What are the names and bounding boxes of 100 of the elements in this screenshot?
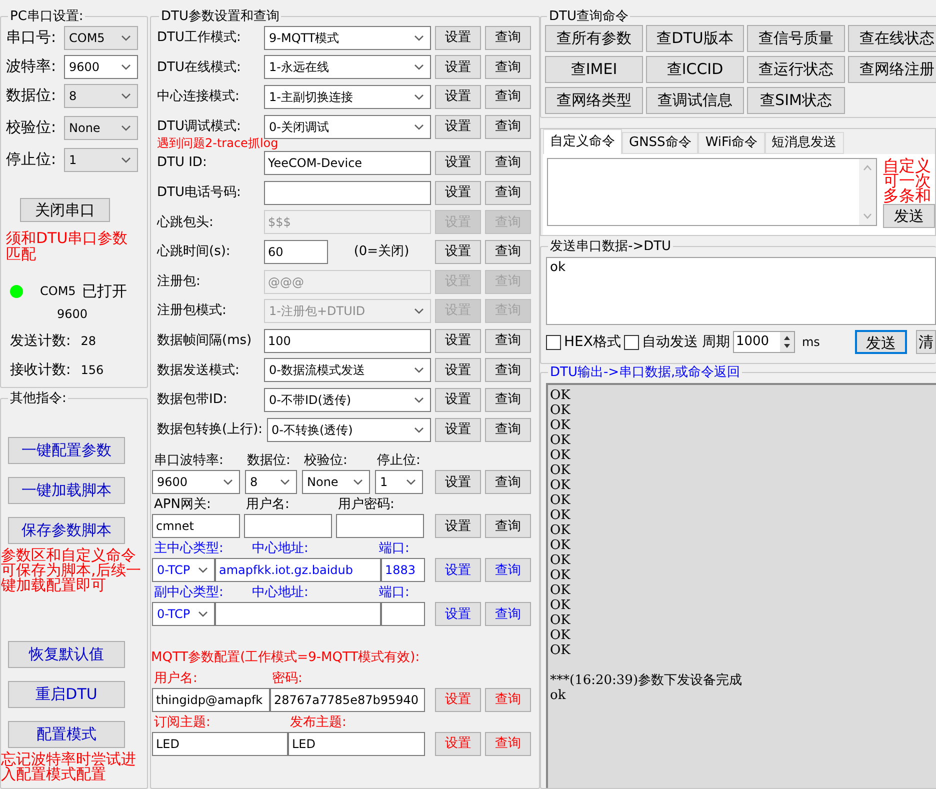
button[interactable]: 查询 — [485, 418, 531, 442]
data-text-area[interactable]: ok — [546, 257, 936, 325]
button[interactable]: 查询 — [485, 240, 531, 264]
text-field[interactable]: 1883 — [381, 558, 425, 582]
button[interactable]: 查询 — [485, 180, 531, 205]
button[interactable]: 查询 — [485, 470, 531, 494]
button[interactable]: 查询 — [485, 514, 531, 538]
tab[interactable]: 自定义命令 — [543, 129, 622, 154]
button[interactable]: 设置 — [435, 151, 481, 176]
button[interactable]: 查网络注册 — [848, 56, 936, 83]
chevron-down-icon — [353, 479, 363, 486]
button[interactable]: 清 — [916, 330, 936, 354]
button[interactable]: 设置 — [435, 358, 481, 382]
text-field[interactable] — [336, 514, 424, 538]
dropdown[interactable]: 1-永远在线 — [264, 55, 431, 80]
text-field[interactable] — [264, 180, 431, 205]
text-field[interactable] — [215, 602, 381, 626]
field-label: 密码: — [271, 670, 302, 688]
dropdown[interactable]: 9600 — [152, 470, 240, 494]
dropdown[interactable]: 9600 — [64, 54, 138, 78]
button[interactable]: 设置 — [435, 26, 481, 50]
dropdown[interactable]: 1-主副切换连接 — [264, 84, 431, 109]
button[interactable]: 查询 — [485, 388, 531, 412]
field-label: 中心地址: — [251, 584, 308, 602]
button[interactable]: 设置 — [435, 240, 481, 264]
button[interactable]: 查询 — [485, 151, 531, 176]
tab[interactable]: GNSS命令 — [622, 132, 698, 154]
spin-arrows-icon[interactable] — [780, 332, 794, 352]
button[interactable]: 查信号质量 — [747, 25, 845, 52]
button[interactable]: 重启DTU — [8, 681, 125, 708]
button[interactable]: 设置 — [435, 514, 481, 538]
command-text-area[interactable] — [547, 158, 877, 226]
button[interactable]: 查询 — [485, 558, 531, 582]
button[interactable]: 查询 — [485, 328, 531, 353]
dropdown[interactable]: 1 — [64, 148, 138, 172]
tab[interactable]: WiFi命令 — [698, 132, 765, 154]
dropdown[interactable]: 0-关闭调试 — [264, 114, 431, 139]
text-field[interactable] — [381, 602, 425, 626]
button[interactable]: 查网络类型 — [545, 87, 643, 114]
text-field[interactable]: LED — [288, 732, 425, 756]
button[interactable]: 查运行状态 — [747, 56, 845, 83]
button[interactable]: 保存参数脚本 — [8, 517, 125, 544]
button[interactable]: 关闭串口 — [20, 198, 110, 222]
dropdown[interactable]: 0-TCP — [152, 558, 215, 582]
button[interactable]: 设置 — [435, 388, 481, 412]
dropdown[interactable]: 9-MQTT模式 — [264, 26, 431, 50]
button[interactable]: 设置 — [435, 418, 481, 442]
button[interactable]: 查ICCID — [646, 56, 744, 83]
button[interactable]: 查SIM状态 — [747, 87, 845, 114]
button[interactable]: 配置模式 — [8, 721, 125, 748]
text-field[interactable]: LED — [152, 732, 288, 756]
dropdown[interactable]: 8 — [64, 84, 138, 108]
text-field[interactable]: 60 — [264, 240, 328, 264]
dropdown[interactable]: None — [64, 116, 138, 140]
tab[interactable]: 短消息发送 — [764, 132, 844, 154]
button[interactable]: 查所有参数 — [545, 25, 643, 52]
button[interactable]: 查询 — [485, 26, 531, 50]
button[interactable]: 查调试信息 — [646, 87, 744, 114]
button[interactable]: 发送 — [855, 330, 907, 354]
button[interactable]: 查在线状态 — [848, 25, 936, 52]
spin-field[interactable]: 1000 — [732, 331, 795, 353]
text-field[interactable]: 28767a7785e87b95940 — [270, 688, 425, 712]
button[interactable]: 设置 — [435, 328, 481, 353]
button[interactable]: 设置 — [435, 180, 481, 205]
dropdown[interactable]: None — [302, 470, 370, 494]
text-field[interactable]: 100 — [264, 328, 431, 353]
button[interactable]: 发送 — [883, 204, 935, 228]
text-field[interactable]: cmnet — [152, 514, 240, 538]
button[interactable]: 查IMEI — [545, 56, 643, 83]
counter-value: 156 — [80, 362, 104, 379]
button[interactable]: 设置 — [435, 55, 481, 80]
button[interactable]: 一键配置参数 — [8, 437, 125, 464]
dropdown[interactable]: 8 — [245, 470, 297, 494]
button[interactable]: 查DTU版本 — [646, 25, 744, 52]
button[interactable]: 查询 — [485, 114, 531, 139]
button[interactable]: 一键加载脚本 — [8, 477, 125, 504]
button[interactable]: 设置 — [435, 470, 481, 494]
output-line: OK — [550, 508, 570, 523]
checkbox[interactable] — [546, 334, 561, 350]
button[interactable]: 查询 — [485, 55, 531, 80]
text-field[interactable] — [244, 514, 332, 538]
button[interactable]: 设置 — [435, 114, 481, 139]
dropdown[interactable]: 1 — [375, 470, 423, 494]
button[interactable]: 设置 — [435, 558, 481, 582]
button[interactable]: 查询 — [485, 358, 531, 382]
button[interactable]: 恢复默认值 — [8, 641, 125, 668]
button[interactable]: 设置 — [435, 84, 481, 109]
dropdown[interactable]: 0-不带ID(透传) — [264, 388, 431, 412]
button[interactable]: 查询 — [485, 602, 531, 626]
text-field[interactable]: YeeCOM-Device — [264, 151, 431, 176]
button[interactable]: 查询 — [485, 84, 531, 109]
text-field[interactable]: thingidp@amapfk — [152, 688, 270, 712]
field-label: 校验位: — [6, 117, 58, 138]
dropdown[interactable]: 0-不转换(透传) — [266, 418, 431, 442]
checkbox[interactable] — [624, 334, 639, 350]
text-field[interactable]: amapfkk.iot.gz.baidub — [215, 558, 381, 582]
dropdown[interactable]: 0-TCP — [152, 602, 215, 626]
button[interactable]: 设置 — [435, 602, 481, 626]
dropdown[interactable]: 0-数据流模式发送 — [264, 358, 431, 382]
dropdown[interactable]: COM5 — [64, 26, 138, 50]
